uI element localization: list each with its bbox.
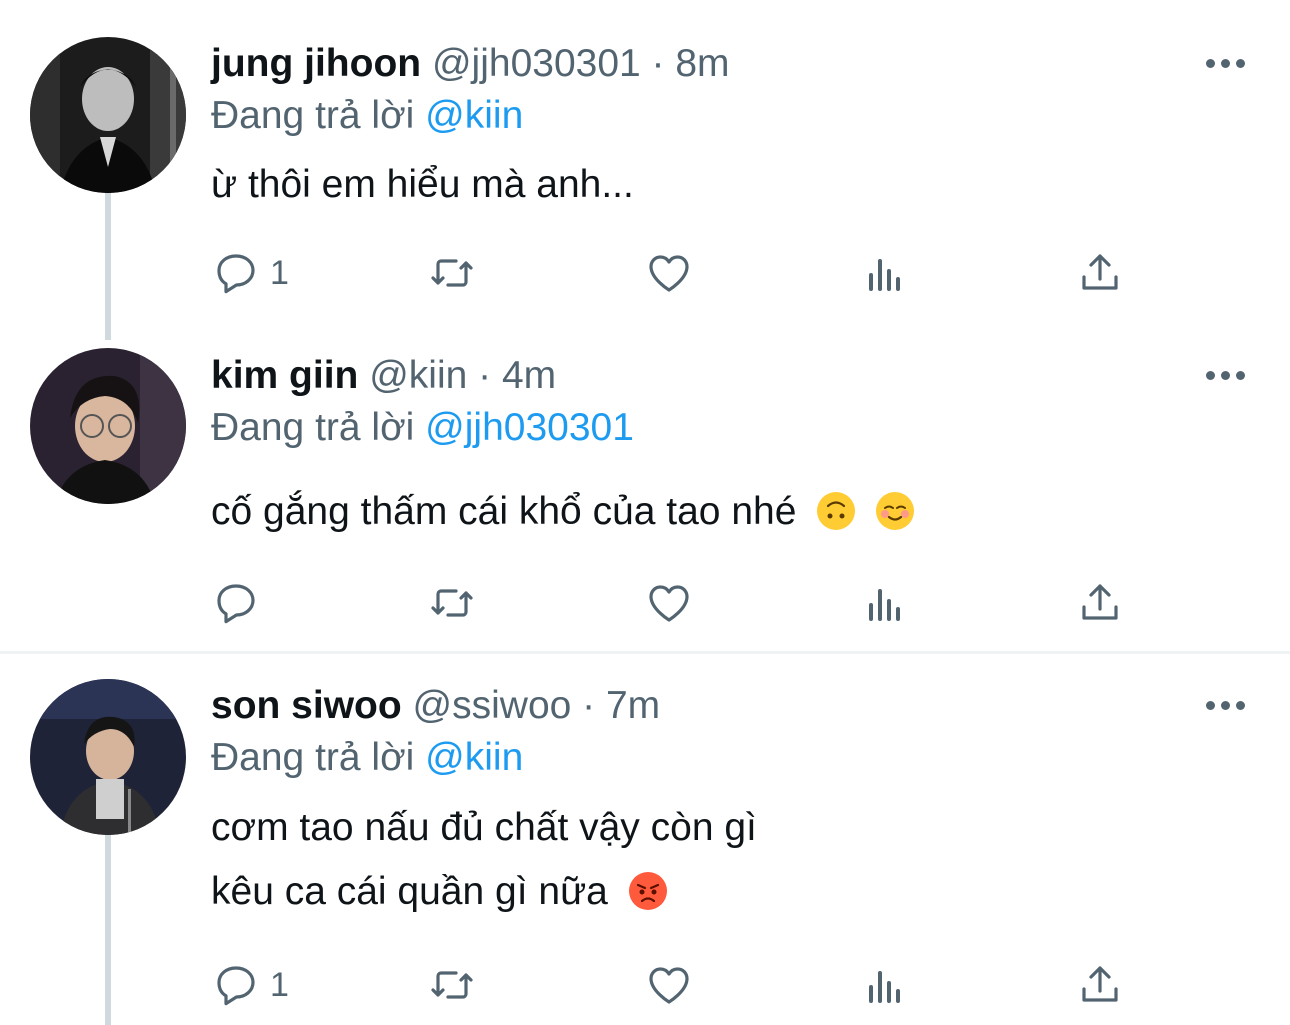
replying-to-label: Đang trả lời <box>211 736 415 779</box>
tweet-text-line: kêu ca cái quần gì nữa <box>211 870 608 913</box>
retweet-icon <box>431 259 473 287</box>
share-icon <box>1082 584 1118 620</box>
smiling-face-emoji <box>876 492 915 530</box>
display-name[interactable]: kim giin <box>211 354 358 397</box>
retweet-button[interactable] <box>428 243 476 303</box>
mention-link[interactable]: @kiin <box>425 736 523 779</box>
avatar[interactable] <box>30 679 186 835</box>
replying-to-label: Đang trả lời <box>211 94 415 137</box>
replying-to-label: Đang trả lời <box>211 406 415 449</box>
share-button[interactable] <box>1076 243 1124 303</box>
action-bar: 1 <box>0 955 1290 1015</box>
reply-count: 1 <box>270 253 289 292</box>
reply-button[interactable]: 1 <box>212 955 289 1015</box>
reply-button[interactable] <box>212 573 270 633</box>
replying-to: Đang trả lời @jjh030301 <box>211 402 634 454</box>
reply-count: 1 <box>270 965 289 1004</box>
display-name[interactable]: jung jihoon <box>211 42 421 85</box>
tweet-text: kêu ca cái quần gì nữa <box>211 870 667 914</box>
analytics-icon <box>869 259 900 291</box>
tweet-header: kim giin @kiin · 4m <box>211 350 556 402</box>
more-icon[interactable] <box>1206 59 1246 71</box>
action-bar: 1 <box>0 243 1290 303</box>
share-button[interactable] <box>1076 955 1124 1015</box>
tweet-text-line: ừ thôi em hiểu mà anh... <box>211 163 634 206</box>
tweet-header: son siwoo @ssiwoo · 7m <box>211 680 660 732</box>
mention-link[interactable]: @kiin <box>425 94 523 137</box>
angry-face-emoji <box>628 872 667 910</box>
divider <box>0 651 1290 654</box>
analytics-icon <box>869 971 900 1003</box>
reply-button[interactable]: 1 <box>212 243 289 303</box>
tweet-text: cơm tao nấu đủ chất vậy còn gì <box>211 806 757 850</box>
avatar[interactable] <box>30 37 186 193</box>
display-name[interactable]: son siwoo <box>211 684 402 727</box>
handle-time[interactable]: @ssiwoo · 7m <box>413 684 661 727</box>
retweet-button[interactable] <box>428 955 476 1015</box>
tweet-text-line: cơm tao nấu đủ chất vậy còn gì <box>211 806 757 849</box>
tweet-text: cố gắng thấm cái khổ của tao nhé <box>211 490 915 534</box>
like-icon <box>649 585 689 622</box>
reply-icon <box>217 254 255 294</box>
like-button[interactable] <box>645 243 693 303</box>
analytics-button[interactable] <box>861 573 909 633</box>
handle-time[interactable]: @jjh030301 · 8m <box>432 42 730 85</box>
mention-link[interactable]: @jjh030301 <box>425 406 634 449</box>
like-button[interactable] <box>645 955 693 1015</box>
share-icon <box>1082 254 1118 290</box>
retweet-icon <box>431 971 473 999</box>
share-button[interactable] <box>1076 573 1124 633</box>
replying-to: Đang trả lời @kiin <box>211 90 523 142</box>
analytics-icon <box>869 589 900 621</box>
replying-to: Đang trả lời @kiin <box>211 732 523 784</box>
analytics-button[interactable] <box>861 955 909 1015</box>
analytics-button[interactable] <box>861 243 909 303</box>
more-icon[interactable] <box>1206 371 1246 383</box>
reply-icon <box>217 584 255 624</box>
reply-icon <box>217 966 255 1006</box>
action-bar <box>0 573 1290 633</box>
upside-down-face-emoji <box>817 492 856 530</box>
retweet-button[interactable] <box>428 573 476 633</box>
tweet-text-line: cố gắng thấm cái khổ của tao nhé <box>211 490 797 533</box>
tweet-text: ừ thôi em hiểu mà anh... <box>211 163 634 207</box>
more-icon[interactable] <box>1206 701 1246 713</box>
tweet-header: jung jihoon @jjh030301 · 8m <box>211 38 730 90</box>
retweet-icon <box>431 589 473 617</box>
share-icon <box>1082 966 1118 1002</box>
like-icon <box>649 255 689 292</box>
like-icon <box>649 967 689 1004</box>
like-button[interactable] <box>645 573 693 633</box>
avatar[interactable] <box>30 348 186 504</box>
handle-time[interactable]: @kiin · 4m <box>369 354 556 397</box>
